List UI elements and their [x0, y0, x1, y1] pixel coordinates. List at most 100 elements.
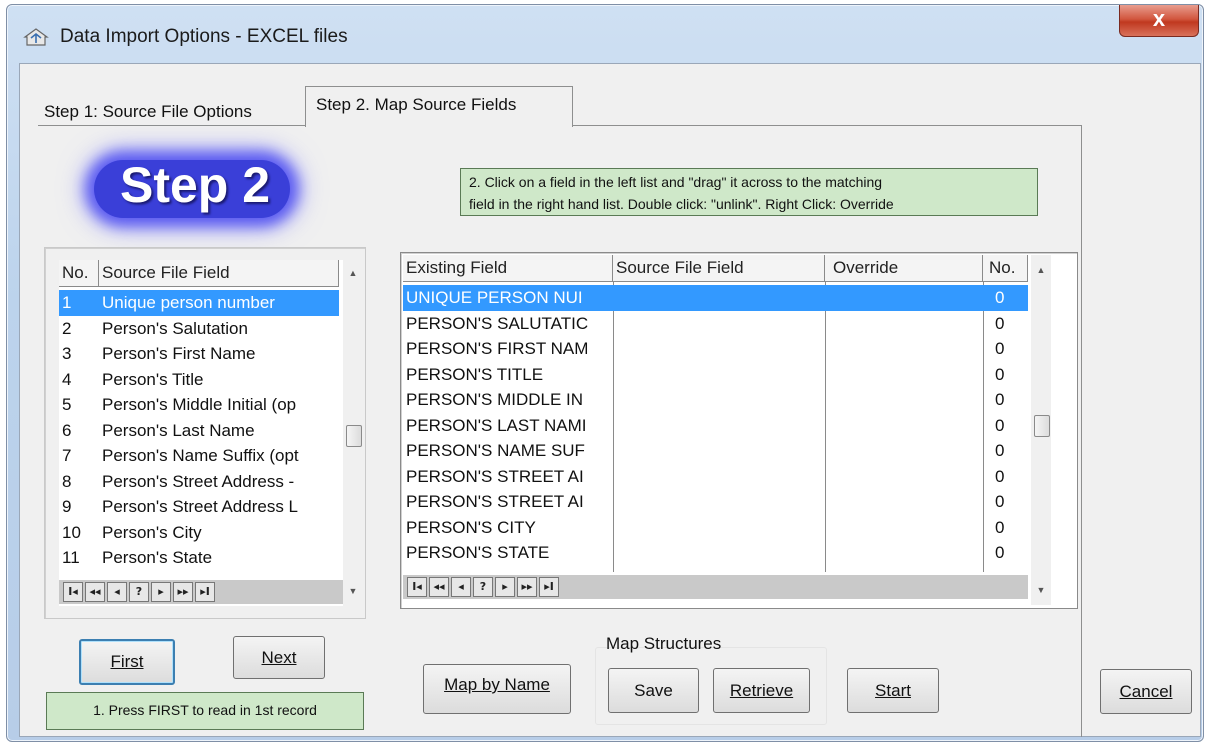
scroll-thumb[interactable] — [1034, 415, 1050, 437]
nav-next-icon[interactable]: ▸ — [495, 577, 515, 597]
window-title: Data Import Options - EXCEL files — [60, 26, 348, 47]
mapping-grid[interactable]: Existing Field Source File Field Overrid… — [403, 255, 1028, 605]
nav-first-icon[interactable]: I◂ — [407, 577, 427, 597]
start-button[interactable]: Start — [847, 668, 939, 713]
source-row[interactable]: 10 Person's City — [59, 520, 339, 546]
mapping-row-no: 0 — [995, 415, 1005, 435]
nav-last-icon[interactable]: ▸I — [195, 582, 215, 602]
mapping-row-existing: PERSON'S CITY — [406, 517, 536, 537]
source-row[interactable]: 6 Person's Last Name — [59, 418, 339, 444]
mapping-row[interactable]: PERSON'S LAST NAMI 0 — [403, 413, 1028, 439]
source-row-no: 6 — [62, 420, 72, 440]
mapping-row[interactable]: PERSON'S STATE 0 — [403, 540, 1028, 566]
dialog-body: Step 1: Source File Options Step 2. Map … — [19, 63, 1201, 737]
mapping-row-existing: PERSON'S STREET AI — [406, 492, 584, 511]
mapping-header-source[interactable]: Source File Field — [613, 255, 825, 282]
source-row[interactable]: 8 Person's Street Address - — [59, 469, 339, 495]
mapping-row[interactable]: UNIQUE PERSON NUI 0 — [403, 285, 1028, 311]
nav-prev-page-icon[interactable]: ◂◂ — [85, 582, 105, 602]
mapping-row[interactable]: PERSON'S STREET AI 0 — [403, 489, 1028, 515]
scroll-thumb[interactable] — [346, 425, 362, 447]
tab-map-source-fields[interactable]: Step 2. Map Source Fields — [305, 86, 573, 127]
title-bar[interactable]: Data Import Options - EXCEL files x — [7, 5, 1203, 59]
first-button[interactable]: First — [79, 639, 175, 685]
nav-help-icon[interactable]: ? — [473, 577, 493, 597]
source-row[interactable]: 1 Unique person number — [59, 290, 339, 316]
source-row[interactable]: 3 Person's First Name — [59, 341, 339, 367]
scroll-up-icon[interactable]: ▲ — [343, 264, 363, 282]
mapping-row-override — [825, 336, 983, 362]
mapping-row-override — [825, 285, 983, 311]
nav-last-icon[interactable]: ▸I — [539, 577, 559, 597]
nav-next-page-icon[interactable]: ▸▸ — [173, 582, 193, 602]
mapping-row[interactable]: PERSON'S NAME SUF 0 — [403, 438, 1028, 464]
mapping-row-existing: PERSON'S LAST NAMI — [406, 415, 587, 435]
source-row[interactable]: 4 Person's Title — [59, 367, 339, 393]
save-button[interactable]: Save — [608, 668, 699, 713]
nav-prev-icon[interactable]: ◂ — [107, 582, 127, 602]
tab-source-file-options[interactable]: Step 1: Source File Options — [34, 97, 310, 127]
source-row-no: 10 — [62, 522, 81, 542]
close-button[interactable]: x — [1119, 5, 1199, 37]
mapping-row-existing: PERSON'S SALUTATIC — [406, 313, 589, 333]
save-button-label: Save — [634, 681, 673, 700]
mapping-row-override — [825, 515, 983, 541]
next-button-label: Next — [261, 648, 297, 667]
mapping-header-override[interactable]: Override — [825, 255, 983, 282]
source-row[interactable]: 7 Person's Name Suffix (opt — [59, 443, 339, 469]
scroll-down-icon[interactable]: ▼ — [343, 582, 363, 600]
mapping-row[interactable]: PERSON'S STREET AI 0 — [403, 464, 1028, 490]
source-row-no: 5 — [62, 395, 72, 414]
mapping-row-source — [613, 311, 825, 337]
retrieve-button[interactable]: Retrieve — [713, 668, 810, 713]
source-header-no[interactable]: No. — [59, 260, 99, 287]
mapping-row[interactable]: PERSON'S FIRST NAM 0 — [403, 336, 1028, 362]
first-hint: 1. Press FIRST to read in 1st record — [46, 692, 364, 730]
mapping-row-no: 0 — [995, 339, 1005, 358]
mapping-row-source — [613, 515, 825, 541]
mapping-row-override — [825, 464, 983, 490]
nav-prev-page-icon[interactable]: ◂◂ — [429, 577, 449, 597]
source-header-field[interactable]: Source File Field — [99, 260, 339, 287]
import-options-window: Data Import Options - EXCEL files x Step… — [6, 4, 1204, 742]
source-row[interactable]: 5 Person's Middle Initial (op — [59, 392, 339, 418]
mapping-row-source — [613, 413, 825, 439]
source-row-field: Person's Middle Initial (op — [102, 395, 297, 414]
mapping-row[interactable]: PERSON'S MIDDLE IN 0 — [403, 387, 1028, 413]
source-scrollbar[interactable]: ▲ ▼ — [343, 260, 363, 606]
nav-prev-icon[interactable]: ◂ — [451, 577, 471, 597]
nav-next-page-icon[interactable]: ▸▸ — [517, 577, 537, 597]
source-row-no: 8 — [62, 471, 72, 491]
mapping-header-no[interactable]: No. — [983, 255, 1028, 282]
source-row[interactable]: 9 Person's Street Address L — [59, 494, 339, 520]
mapping-row-existing: UNIQUE PERSON NUI — [406, 288, 583, 307]
nav-first-icon[interactable]: I◂ — [63, 582, 83, 602]
source-row[interactable]: 2 Person's Salutation — [59, 316, 339, 342]
mapping-scrollbar[interactable]: ▲ ▼ — [1031, 255, 1051, 605]
source-row-no: 4 — [62, 369, 72, 389]
nav-help-icon[interactable]: ? — [129, 582, 149, 602]
drag-instructions-line2: field in the right hand list. Double cli… — [469, 196, 894, 212]
mapping-row[interactable]: PERSON'S SALUTATIC 0 — [403, 311, 1028, 337]
source-row[interactable]: 11 Person's State — [59, 545, 339, 571]
nav-next-icon[interactable]: ▸ — [151, 582, 171, 602]
mapping-row-no: 0 — [995, 390, 1005, 409]
mapping-row-source — [613, 336, 825, 362]
mapping-row-override — [825, 413, 983, 439]
mapping-row-existing: PERSON'S TITLE — [406, 364, 544, 384]
mapping-row-existing: PERSON'S NAME SUF — [406, 441, 585, 460]
mapping-row[interactable]: PERSON'S CITY 0 — [403, 515, 1028, 541]
mapping-row-existing: PERSON'S FIRST NAM — [406, 339, 589, 358]
step-logo-text: Step 2 — [119, 157, 271, 213]
scroll-up-icon[interactable]: ▲ — [1031, 261, 1051, 279]
mapping-row[interactable]: PERSON'S TITLE 0 — [403, 362, 1028, 388]
scroll-down-icon[interactable]: ▼ — [1031, 581, 1051, 599]
cancel-button[interactable]: Cancel — [1100, 669, 1192, 714]
source-row-no: 7 — [62, 446, 72, 465]
next-button[interactable]: Next — [233, 636, 325, 679]
source-grid[interactable]: No. Source File Field 1 Unique person num… — [59, 260, 343, 606]
mapping-header-existing[interactable]: Existing Field — [403, 255, 613, 282]
map-by-name-button[interactable]: Map by Name — [423, 664, 571, 714]
mapping-row-no: 0 — [995, 288, 1005, 307]
mapping-row-source — [613, 464, 825, 490]
